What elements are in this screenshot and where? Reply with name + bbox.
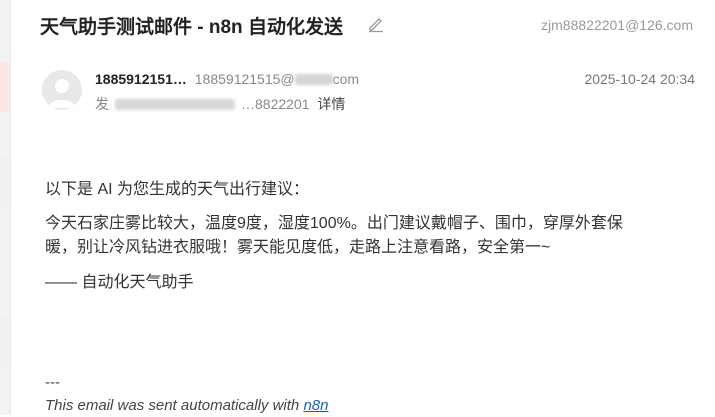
sender-name[interactable]: 1885912151…	[95, 71, 187, 87]
footer-separator: ---	[45, 374, 60, 391]
footer-note: This email was sent automatically with n…	[45, 394, 328, 417]
sender-email-suffix: com	[332, 71, 360, 87]
body-signature: —— 自动化天气助手	[45, 274, 194, 291]
sender-row: 1885912151… 18859121515@ com	[95, 71, 359, 87]
body-intro: 以下是 AI 为您生成的天气出行建议：	[45, 181, 310, 198]
pencil-icon[interactable]	[367, 15, 385, 33]
body-main-text: 今天石家庄雾比较大，温度9度，湿度100%。出门建议戴帽子、围巾，穿厚外套保暖，…	[45, 215, 623, 256]
email-timestamp: 2025-10-24 20:34	[584, 71, 695, 87]
redaction-mask	[115, 99, 235, 110]
footer-note-text: This email was sent automatically with	[45, 397, 300, 414]
account-email: zjm88822201@126.com	[541, 17, 693, 33]
details-link[interactable]: 详情	[317, 96, 345, 112]
sender-email-prefix: 18859121515@	[194, 71, 295, 87]
email-footer: --- This email was sent automatically wi…	[45, 371, 328, 417]
mail-list-edge	[0, 0, 11, 415]
user-avatar-icon[interactable]	[42, 70, 82, 110]
list-item[interactable]	[0, 318, 9, 368]
sender-email: 18859121515@ com	[195, 71, 359, 87]
email-subject: 天气助手测试邮件 - n8n 自动化发送	[40, 17, 343, 38]
email-body: 以下是 AI 为您生成的天气出行建议： 今天石家庄雾比较大，温度9度，湿度100…	[45, 178, 645, 295]
redaction-mask	[294, 74, 333, 85]
recipient-label: 发	[95, 96, 109, 112]
recipient-value: …8822201	[241, 96, 310, 112]
list-item[interactable]	[0, 158, 9, 208]
recipient-row: 发 …8822201 详情	[95, 94, 345, 114]
n8n-link[interactable]: n8n	[303, 397, 328, 414]
list-item-highlight[interactable]	[0, 62, 9, 112]
